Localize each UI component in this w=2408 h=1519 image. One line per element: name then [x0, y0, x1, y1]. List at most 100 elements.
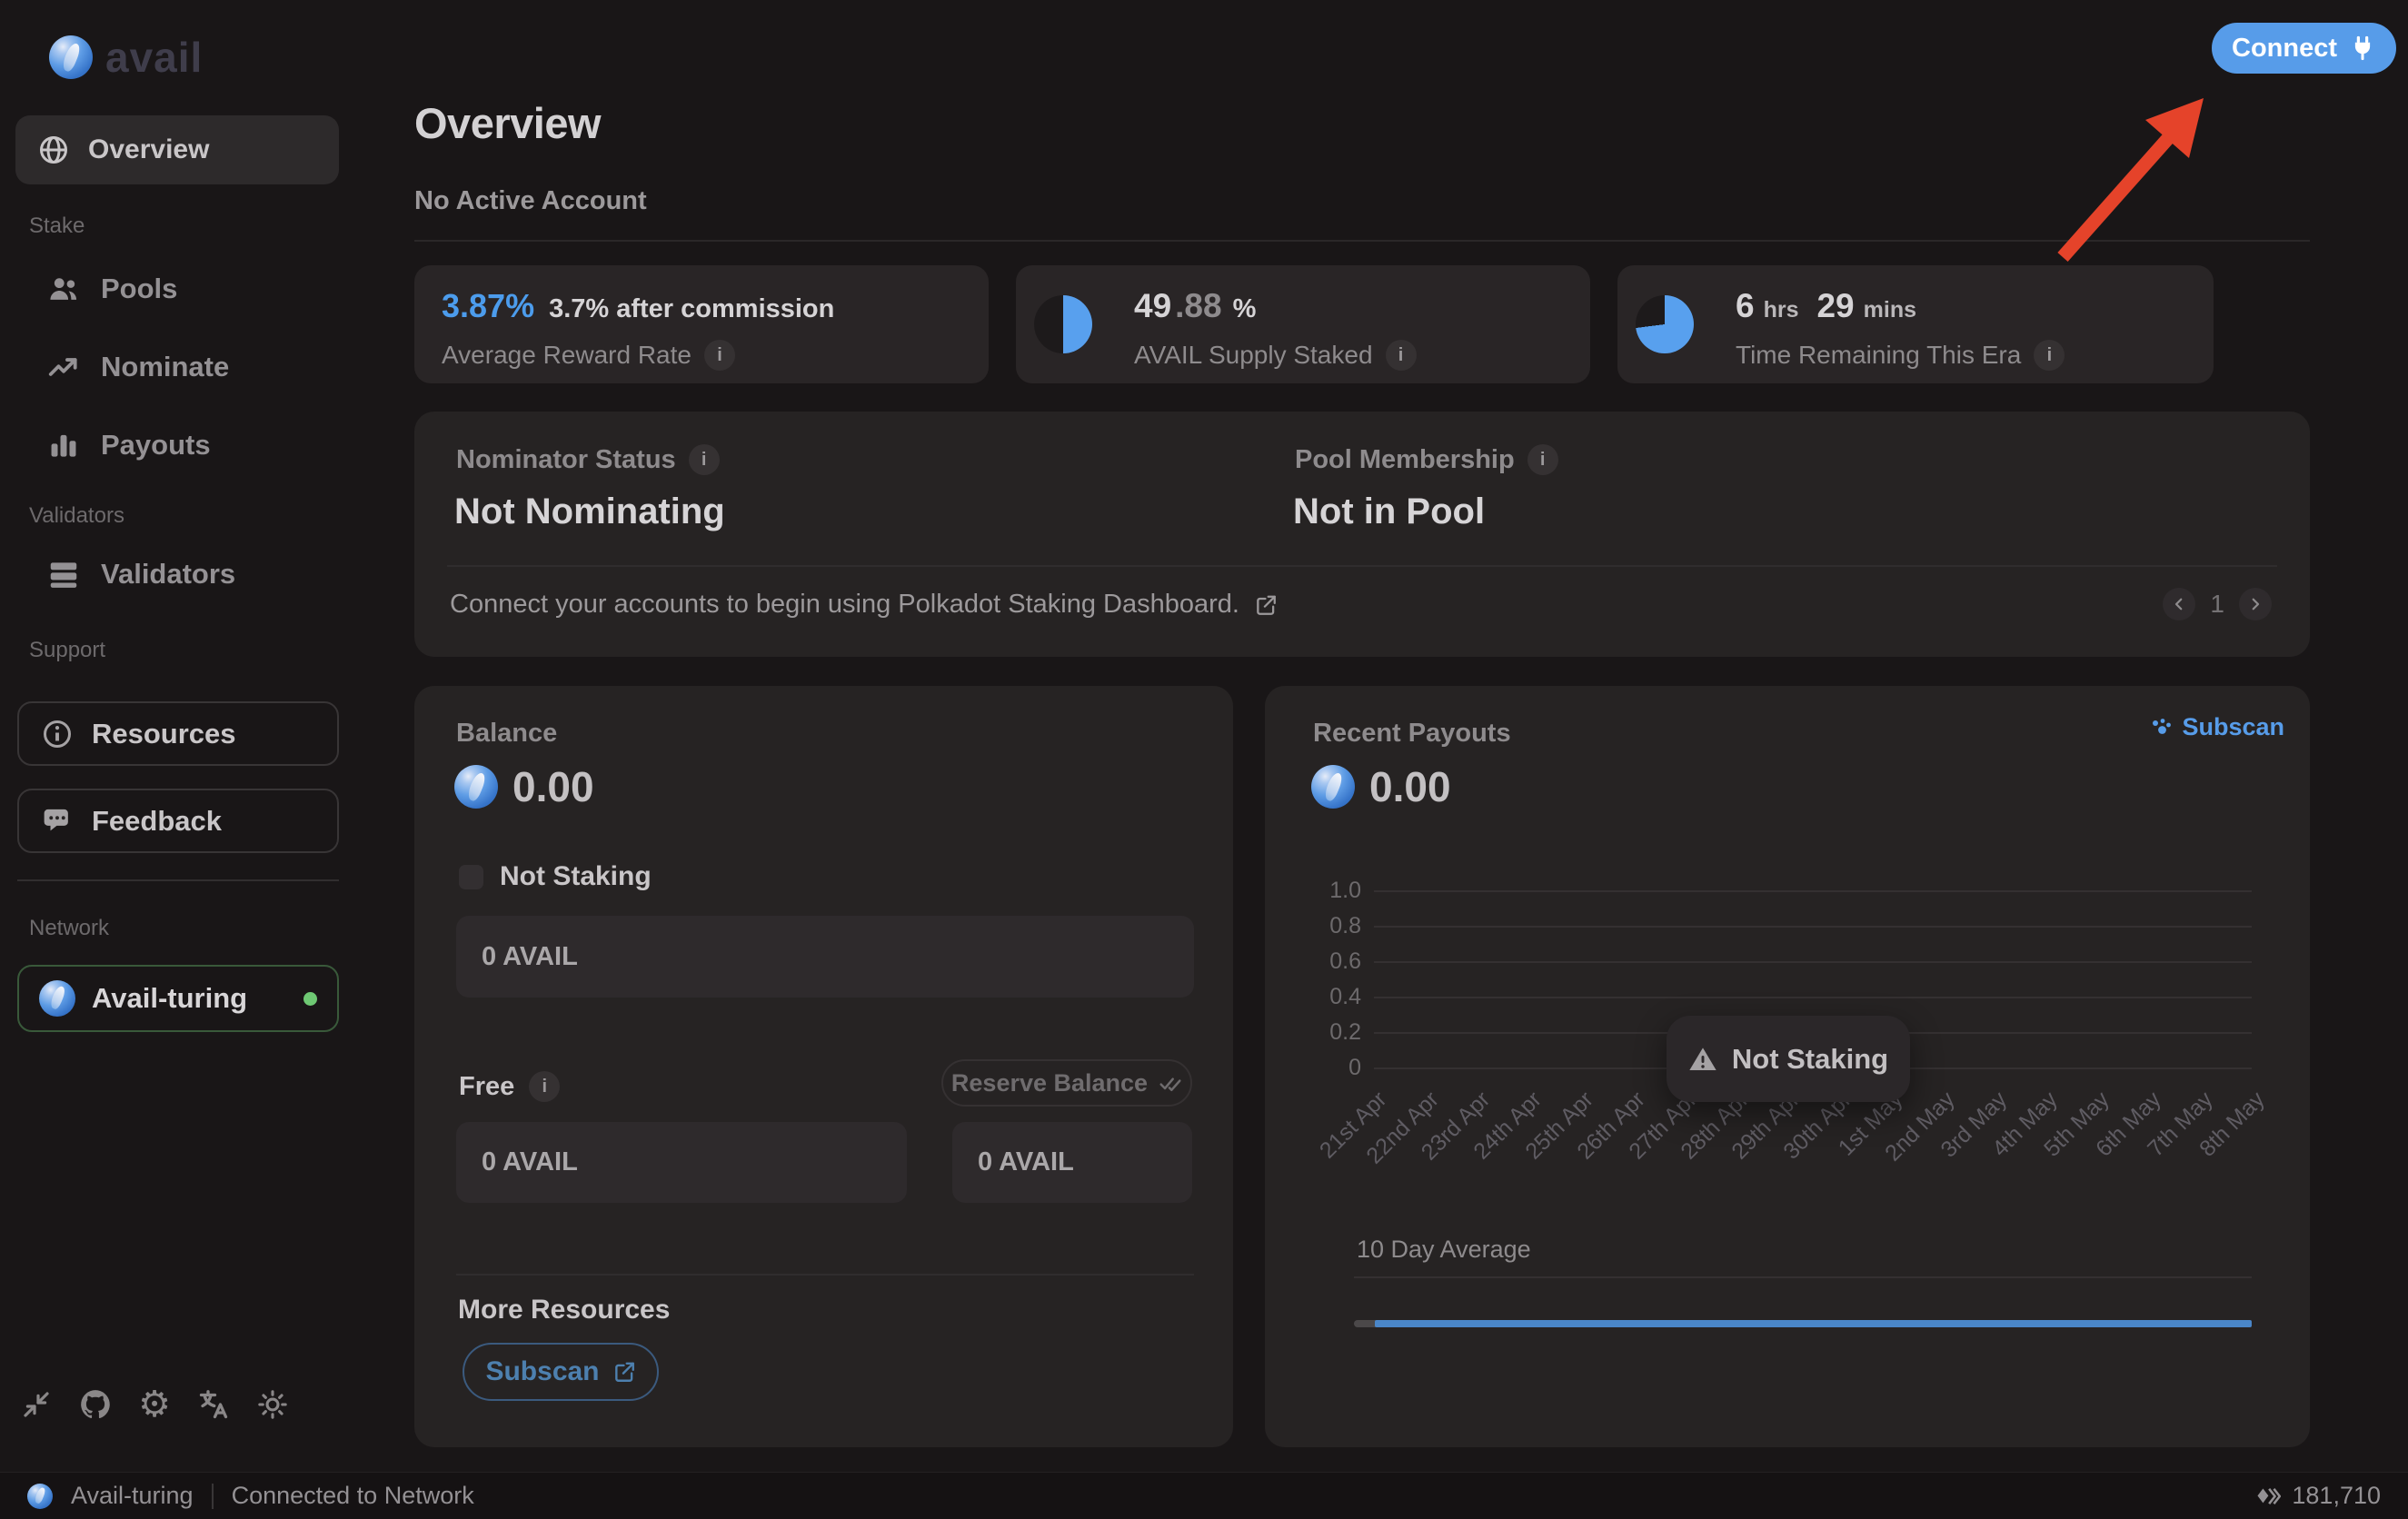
page-number: 1: [2210, 590, 2224, 619]
info-icon[interactable]: i: [2034, 340, 2065, 371]
not-staking-badge: Not Staking: [1667, 1016, 1910, 1102]
external-link-icon: [1254, 593, 1278, 617]
info-icon[interactable]: i: [1386, 340, 1417, 371]
avail-logo-icon: [27, 1484, 53, 1509]
brand[interactable]: avail: [49, 33, 203, 82]
ten-day-average-line: [1375, 1320, 2252, 1327]
active-account-status: No Active Account: [414, 186, 647, 216]
info-icon[interactable]: i: [1527, 444, 1558, 475]
nominator-status-label: Nominator Status: [456, 445, 676, 475]
stat-card-supply-staked: 49 .88 % AVAIL Supply Staked i: [1016, 265, 1590, 383]
connect-button[interactable]: Connect: [2212, 23, 2396, 74]
sidebar-divider: [17, 879, 339, 881]
balance-card-divider: [456, 1274, 1194, 1276]
resources-label: Resources: [92, 718, 236, 750]
ten-day-average-label: 10 Day Average: [1357, 1236, 1531, 1264]
account-status-card: Nominator Status i Not Nominating Pool M…: [414, 412, 2310, 657]
reserve-amount-box: 0 AVAIL: [952, 1122, 1192, 1203]
avail-logo-icon: [49, 35, 93, 79]
theme-sun-icon[interactable]: [254, 1386, 291, 1423]
network-name: Avail-turing: [92, 982, 247, 1015]
double-check-icon: [1159, 1071, 1182, 1095]
era-minutes: 29: [1816, 287, 1854, 325]
more-resources-label: More Resources: [458, 1295, 670, 1325]
avail-token-icon: [1311, 765, 1355, 809]
payouts-amount: 0.00: [1369, 762, 1451, 811]
y-axis-tick: 0.6: [1254, 948, 1361, 975]
avail-network-icon: [39, 980, 75, 1017]
github-icon[interactable]: [77, 1386, 114, 1423]
sidebar-item-label: Overview: [88, 134, 209, 165]
avail-token-icon: [454, 765, 498, 809]
language-icon[interactable]: [195, 1386, 232, 1423]
warning-icon: [1688, 1045, 1717, 1074]
era-label: Time Remaining This Era: [1736, 341, 2021, 370]
resources-button[interactable]: Resources: [17, 701, 339, 766]
avg-chart-gridline: [1354, 1276, 2252, 1278]
reward-rate-note: 3.7% after commission: [549, 294, 834, 324]
sidebar-item-payouts[interactable]: Payouts: [46, 425, 211, 465]
page-prev-button[interactable]: [2163, 588, 2195, 621]
reserve-balance-toggle[interactable]: Reserve Balance: [941, 1059, 1192, 1107]
annotation-arrow: [2017, 71, 2226, 273]
supply-unit: %: [1233, 294, 1257, 324]
reward-rate-value: 3.87%: [442, 287, 534, 325]
era-time-pie-icon: [1636, 295, 1694, 353]
sidebar-item-pools[interactable]: Pools: [46, 269, 177, 309]
supply-dec: .88: [1175, 287, 1221, 325]
balance-title: Balance: [456, 719, 557, 749]
collapse-sidebar-icon[interactable]: [18, 1386, 55, 1423]
page-next-button[interactable]: [2239, 588, 2272, 621]
subscan-logo-icon: [2151, 717, 2173, 739]
users-icon: [46, 272, 81, 306]
globe-icon: [37, 134, 70, 166]
y-axis-tick: 0.4: [1254, 984, 1361, 1010]
supply-int: 49: [1134, 287, 1171, 325]
nominator-status-value: Not Nominating: [454, 491, 725, 532]
y-axis-tick: 1.0: [1254, 878, 1361, 904]
era-minutes-unit: mins: [1864, 297, 1916, 323]
pool-membership-label: Pool Membership: [1295, 445, 1515, 475]
footer-separator: [212, 1484, 214, 1509]
sidebar-item-label: Nominate: [101, 351, 229, 383]
y-axis-tick: 0.2: [1254, 1019, 1361, 1046]
feedback-label: Feedback: [92, 805, 222, 838]
sidebar-heading-network: Network: [29, 916, 109, 941]
network-selector-button[interactable]: Avail-turing: [17, 965, 339, 1032]
subscan-link[interactable]: Subscan: [2151, 713, 2284, 741]
info-circle-icon: [41, 718, 74, 750]
feedback-button[interactable]: Feedback: [17, 789, 339, 853]
sidebar-item-nominate[interactable]: Nominate: [46, 347, 229, 387]
external-link-icon: [612, 1360, 636, 1384]
y-axis-tick: 0.8: [1254, 913, 1361, 939]
supply-staked-pie-icon: [1034, 295, 1092, 353]
sidebar-heading-support: Support: [29, 638, 105, 663]
sidebar-heading-validators: Validators: [29, 503, 124, 529]
bar-chart-icon: [46, 428, 81, 462]
era-hours: 6: [1736, 287, 1755, 325]
sidebar-item-label: Payouts: [101, 429, 211, 462]
staked-amount-box: 0 AVAIL: [456, 916, 1194, 998]
block-icon: [2255, 1484, 2281, 1509]
y-axis-tick: 0: [1254, 1055, 1361, 1081]
brand-wordmark: avail: [105, 33, 203, 82]
page-title: Overview: [414, 98, 601, 148]
settings-gear-icon[interactable]: ⚙: [136, 1386, 173, 1423]
sidebar-item-validators[interactable]: Validators: [46, 554, 235, 594]
era-hours-unit: hrs: [1764, 297, 1799, 323]
subscan-button[interactable]: Subscan: [463, 1343, 659, 1401]
info-icon[interactable]: i: [529, 1071, 560, 1102]
sidebar-item-overview[interactable]: Overview: [15, 115, 339, 184]
balance-card: Balance 0.00 Not Staking 0 AVAIL Free i …: [414, 686, 1233, 1447]
connect-prompt[interactable]: Connect your accounts to begin using Pol…: [450, 590, 1278, 620]
info-icon[interactable]: i: [689, 444, 720, 475]
stat-card-reward-rate: 3.87% 3.7% after commission Average Rewa…: [414, 265, 989, 383]
connection-status: Connected to Network: [232, 1482, 474, 1510]
info-icon[interactable]: i: [704, 340, 735, 371]
sidebar-item-label: Validators: [101, 558, 235, 591]
free-label: Free: [459, 1072, 514, 1102]
payouts-title: Recent Payouts: [1313, 719, 1511, 749]
chart-gridline: [1374, 926, 2252, 928]
footer-network-name: Avail-turing: [71, 1482, 194, 1510]
not-staking-label: Not Staking: [500, 861, 652, 892]
